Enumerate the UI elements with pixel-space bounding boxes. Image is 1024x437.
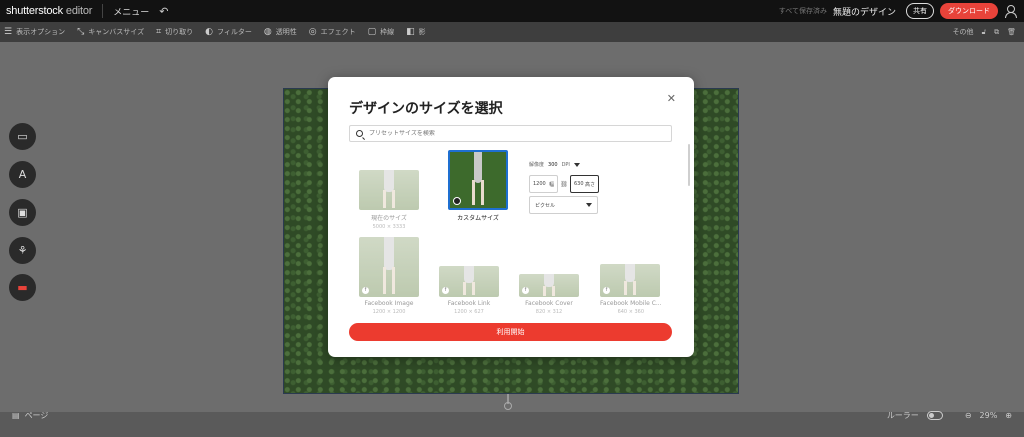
facebook-icon: f bbox=[362, 287, 369, 294]
chevron-down-icon bbox=[573, 162, 580, 167]
zoom-level[interactable]: 29% bbox=[980, 411, 998, 420]
design-title[interactable]: 無題のデザイン bbox=[833, 5, 896, 18]
template-icon: ▣ bbox=[17, 206, 28, 219]
download-button[interactable]: ダウンロード bbox=[940, 3, 998, 19]
height-field[interactable]: 630 高さ bbox=[570, 175, 599, 193]
image-icon: ▭ bbox=[17, 130, 28, 143]
pages-button[interactable]: ▤ ページ bbox=[12, 410, 48, 421]
view-options-icon: ☰ bbox=[4, 27, 13, 37]
share-button[interactable]: 共有 bbox=[906, 3, 934, 19]
user-icon[interactable] bbox=[1004, 5, 1017, 18]
chevron-down-icon bbox=[586, 203, 592, 207]
preset-scrollbar[interactable] bbox=[688, 144, 690, 186]
trash-icon[interactable]: 🗑︎ bbox=[1007, 28, 1016, 36]
preset-thumbnail: f bbox=[519, 274, 579, 297]
preset-facebook-image[interactable]: f Facebook Image 1200 × 1200 bbox=[359, 237, 419, 315]
more-button[interactable]: その他 bbox=[953, 27, 974, 37]
toolbar-right: その他 🔓︎ ⧉ 🗑︎ bbox=[953, 27, 1024, 37]
preset-thumbnail: f bbox=[359, 237, 419, 297]
preset-search[interactable] bbox=[349, 125, 672, 142]
topbar-right: すべて保存済み 無題のデザイン 共有 ダウンロード bbox=[779, 3, 1024, 19]
dimension-inputs: 1200 幅 ⛓︎ 630 高さ bbox=[529, 175, 599, 193]
unit-select[interactable]: ピクセル bbox=[529, 196, 598, 214]
duplicate-icon[interactable]: ⧉ bbox=[994, 28, 999, 37]
bottom-bar: ▤ ページ ルーラー ⊖ 29% ⊕ bbox=[0, 404, 1024, 426]
resolution-selector[interactable]: 解像度 300 DPI bbox=[529, 161, 580, 168]
side-template-button[interactable]: ▣ bbox=[9, 199, 36, 226]
lock-icon[interactable]: 🔓︎ bbox=[982, 28, 987, 37]
width-field[interactable]: 1200 幅 bbox=[529, 175, 558, 193]
side-elements-button[interactable]: ⚘ bbox=[9, 237, 36, 264]
link-icon[interactable]: ⛓︎ bbox=[560, 181, 568, 188]
zoom-in-icon[interactable]: ⊕ bbox=[1005, 411, 1012, 420]
border-icon: ▢ bbox=[367, 27, 377, 37]
elements-icon: ⚘ bbox=[17, 244, 28, 257]
preset-facebook-cover[interactable]: f Facebook Cover 820 × 312 bbox=[519, 274, 579, 315]
tool-border[interactable]: ▢ 枠線 bbox=[368, 27, 395, 37]
tool-shadow[interactable]: ◧ 影 bbox=[406, 27, 426, 37]
close-icon[interactable]: ✕ bbox=[667, 92, 676, 105]
facebook-icon: f bbox=[522, 287, 529, 294]
preset-facebook-mobile-cover[interactable]: f Facebook Mobile C... 640 × 360 bbox=[600, 264, 662, 315]
preset-current-size[interactable]: 現在のサイズ 5000 × 3333 bbox=[359, 170, 419, 230]
undo-icon[interactable]: ↶ bbox=[159, 5, 168, 18]
autosave-status: すべて保存済み bbox=[778, 7, 827, 15]
tool-view-options[interactable]: ☰ 表示オプション bbox=[4, 27, 65, 37]
preset-thumbnail: f bbox=[600, 264, 660, 297]
ruler-toggle[interactable] bbox=[926, 410, 943, 420]
search-input[interactable] bbox=[369, 130, 649, 137]
shadow-icon: ◧ bbox=[406, 27, 415, 37]
filter-icon: ◐ bbox=[205, 27, 214, 37]
preset-thumbnail bbox=[359, 170, 419, 210]
custom-size-icon bbox=[453, 197, 461, 205]
pages-icon: ▤ bbox=[12, 410, 20, 420]
effect-icon: ◎ bbox=[308, 27, 317, 37]
facebook-icon: f bbox=[603, 287, 610, 294]
preset-facebook-link[interactable]: f Facebook Link 1200 × 627 bbox=[439, 266, 499, 315]
tool-filter[interactable]: ◐ フィルター bbox=[205, 27, 252, 37]
text-icon: A bbox=[18, 168, 27, 181]
zoom-out-icon[interactable]: ⊖ bbox=[965, 411, 972, 420]
tool-effect[interactable]: ◎ エフェクト bbox=[309, 27, 356, 37]
facebook-icon: f bbox=[442, 287, 449, 294]
crop-icon: ⌗ bbox=[156, 27, 162, 37]
top-bar: shutterstock editor メニュー ↶ すべて保存済み 無題のデザイ… bbox=[0, 0, 1024, 22]
search-icon bbox=[356, 130, 363, 137]
divider bbox=[102, 4, 104, 18]
bottom-right: ルーラー ⊖ 29% ⊕ bbox=[887, 410, 1024, 421]
image-toolbar: ☰ 表示オプション ⤡ キャンバスサイズ ⌗ 切り取り ◐ フィルター ◍ 透明… bbox=[0, 22, 1024, 42]
dialog-title: デザインのサイズを選択 bbox=[349, 101, 503, 117]
app-logo[interactable]: shutterstock editor bbox=[0, 5, 92, 17]
tool-crop[interactable]: ⌗ 切り取り bbox=[156, 27, 193, 37]
canvas-size-icon: ⤡ bbox=[77, 27, 85, 37]
size-select-dialog: デザインのサイズを選択 ✕ 現在のサイズ 5000 × 3333 カスタムサイズ… bbox=[328, 77, 694, 357]
ruler-label: ルーラー bbox=[886, 410, 919, 420]
side-upload-button[interactable]: ▬ bbox=[9, 274, 36, 301]
preset-custom-size[interactable]: カスタムサイズ bbox=[448, 150, 508, 222]
tool-canvas-size[interactable]: ⤡ キャンバスサイズ bbox=[77, 27, 144, 37]
folder-icon: ▬ bbox=[17, 281, 28, 294]
side-image-button[interactable]: ▭ bbox=[9, 123, 36, 150]
transparency-icon: ◍ bbox=[263, 27, 272, 37]
start-button[interactable]: 利用開始 bbox=[349, 323, 672, 341]
menu-button[interactable]: メニュー bbox=[113, 5, 149, 18]
preset-thumbnail bbox=[448, 150, 508, 210]
tool-transparency[interactable]: ◍ 透明性 bbox=[264, 27, 297, 37]
preset-thumbnail: f bbox=[439, 266, 499, 297]
side-text-button[interactable]: A bbox=[9, 161, 36, 188]
